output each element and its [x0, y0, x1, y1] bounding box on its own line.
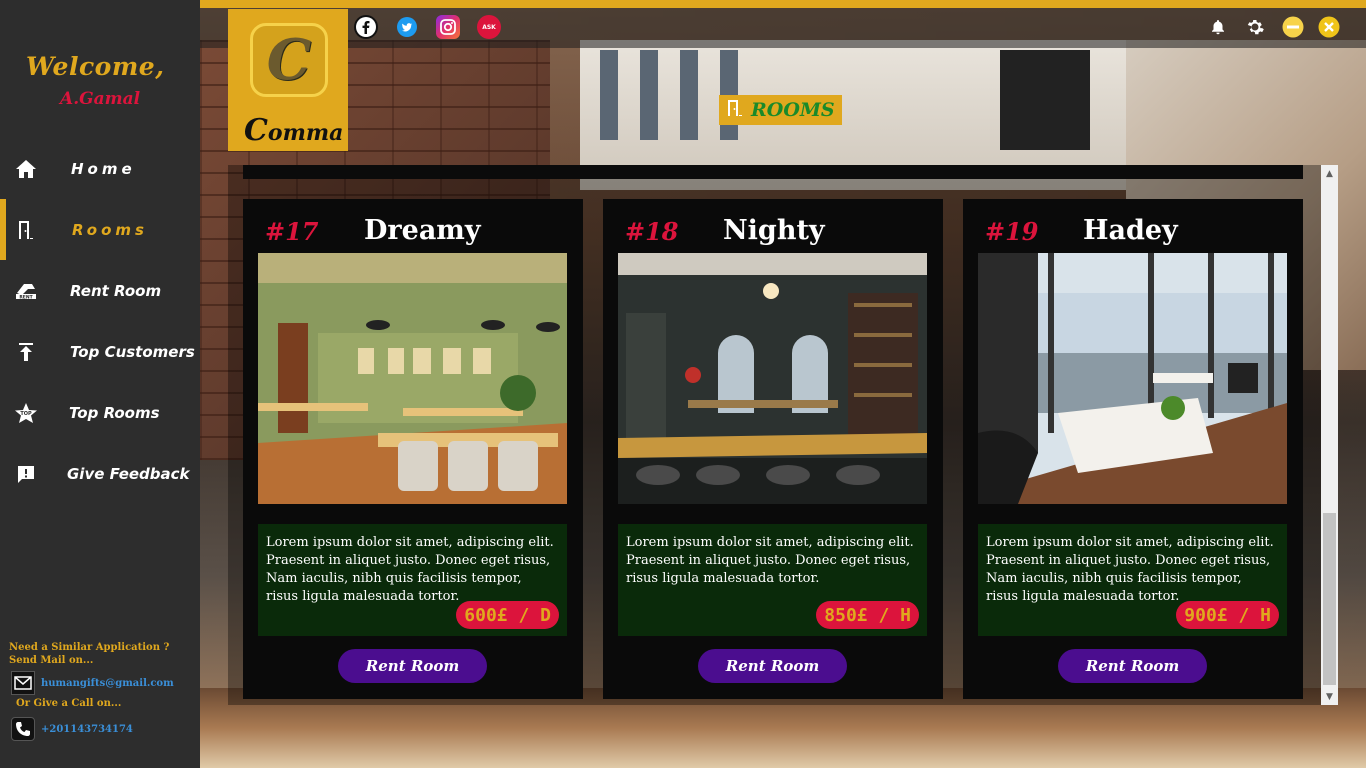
top-star-icon: TOP — [14, 401, 38, 425]
mail-icon — [11, 671, 35, 695]
room-description: Lorem ipsum dolor sit amet, adipiscing e… — [978, 524, 1287, 636]
sidebar-item-top-rooms[interactable]: TOP Top Rooms — [0, 382, 200, 443]
contact-heading-line: Need a Similar Application ? — [9, 642, 170, 653]
room-price: 600£ / D — [456, 601, 559, 629]
room-photo — [978, 253, 1287, 504]
twitter-icon[interactable] — [395, 15, 419, 39]
rent-room-button[interactable]: Rent Room — [338, 649, 487, 683]
room-price: 900£ / H — [1176, 601, 1279, 629]
upload-arrow-icon — [14, 340, 38, 364]
room-number: #18 — [625, 217, 679, 246]
room-price: 850£ / H — [816, 601, 919, 629]
app-logo: C Comma — [228, 9, 348, 151]
sidebar-item-top-customers[interactable]: Top Customers — [0, 321, 200, 382]
feedback-icon — [14, 462, 38, 486]
room-card: #17 Dreamy Lorem ipsum dolor sit amet, a… — [243, 199, 583, 699]
home-icon — [14, 157, 38, 181]
room-number: #19 — [985, 217, 1039, 246]
sidebar-item-rent-room[interactable]: RENT Rent Room — [0, 260, 200, 321]
room-description: Lorem ipsum dolor sit amet, adipiscing e… — [618, 524, 927, 636]
room-description-text: Lorem ipsum dolor sit amet, adipiscing e… — [986, 535, 1274, 604]
phone-icon — [11, 717, 35, 741]
username-text: A.Gamal — [60, 89, 141, 109]
minimize-icon[interactable] — [1282, 16, 1304, 38]
email-contact[interactable]: humangifts@gmail.com — [11, 671, 174, 695]
logo-text: Comma — [244, 113, 344, 148]
svg-text:TOP: TOP — [20, 411, 32, 417]
room-name: Hadey — [1083, 215, 1178, 246]
rent-icon: RENT — [14, 279, 38, 303]
contact-heading-line: Send Mail on... — [9, 655, 94, 666]
svg-text:ASK: ASK — [482, 24, 496, 31]
logo-mark: C — [250, 23, 328, 97]
sidebar-item-label: Give Feedback — [67, 464, 190, 483]
room-description: Lorem ipsum dolor sit amet, adipiscing e… — [258, 524, 567, 636]
room-name: Dreamy — [364, 215, 481, 246]
sidebar-item-label: Home — [71, 159, 136, 178]
sidebar-item-home[interactable]: Home — [0, 138, 200, 199]
welcome-text: Welcome, — [26, 52, 165, 81]
sidebar-item-give-feedback[interactable]: Give Feedback — [0, 443, 200, 504]
rent-room-button[interactable]: Rent Room — [1058, 649, 1207, 683]
room-description-text: Lorem ipsum dolor sit amet, adipiscing e… — [626, 535, 914, 586]
phone-contact[interactable]: +201143734174 — [11, 717, 133, 741]
door-icon — [727, 99, 743, 121]
instagram-icon[interactable] — [436, 15, 460, 39]
scroll-down-arrow-icon[interactable]: ▼ — [1321, 688, 1338, 705]
bell-icon[interactable] — [1207, 16, 1229, 38]
top-accent-stripe — [200, 0, 1366, 8]
sidebar: Welcome, A.Gamal Home Rooms RENT Rent Ro… — [0, 0, 200, 768]
contact-heading: Need a Similar Application ? Send Mail o… — [9, 641, 169, 667]
scroll-up-arrow-icon[interactable]: ▲ — [1321, 165, 1338, 182]
room-card: #19 Hadey Lorem ipsum dolor sit amet, ad… — [963, 199, 1303, 699]
facebook-icon[interactable] — [354, 15, 378, 39]
call-heading: Or Give a Call on... — [16, 698, 122, 709]
room-photo — [618, 253, 927, 504]
vertical-scrollbar[interactable]: ▲ ▼ — [1321, 165, 1338, 705]
room-photo — [258, 253, 567, 504]
previous-row-edge — [243, 165, 1303, 179]
close-icon[interactable] — [1318, 16, 1340, 38]
scroll-thumb[interactable] — [1323, 513, 1336, 685]
sidebar-item-label: Rooms — [72, 220, 148, 239]
svg-text:RENT: RENT — [19, 294, 33, 300]
room-description-text: Lorem ipsum dolor sit amet, adipiscing e… — [266, 535, 554, 604]
rent-room-button[interactable]: Rent Room — [698, 649, 847, 683]
askfm-icon[interactable]: ASK — [477, 15, 501, 39]
sidebar-item-label: Rent Room — [70, 281, 162, 300]
sidebar-item-rooms[interactable]: Rooms — [0, 199, 200, 260]
page-title: ROOMS — [719, 95, 842, 125]
sidebar-item-label: Top Rooms — [69, 403, 160, 422]
room-card: #18 Nighty Lorem ipsum dolor sit amet, a… — [603, 199, 943, 699]
room-name: Nighty — [723, 215, 825, 246]
gear-icon[interactable] — [1244, 16, 1266, 38]
phone-link[interactable]: +201143734174 — [41, 724, 133, 735]
door-icon — [14, 218, 38, 242]
room-number: #17 — [265, 217, 319, 246]
sidebar-item-label: Top Customers — [70, 342, 195, 361]
email-link[interactable]: humangifts@gmail.com — [41, 678, 174, 689]
